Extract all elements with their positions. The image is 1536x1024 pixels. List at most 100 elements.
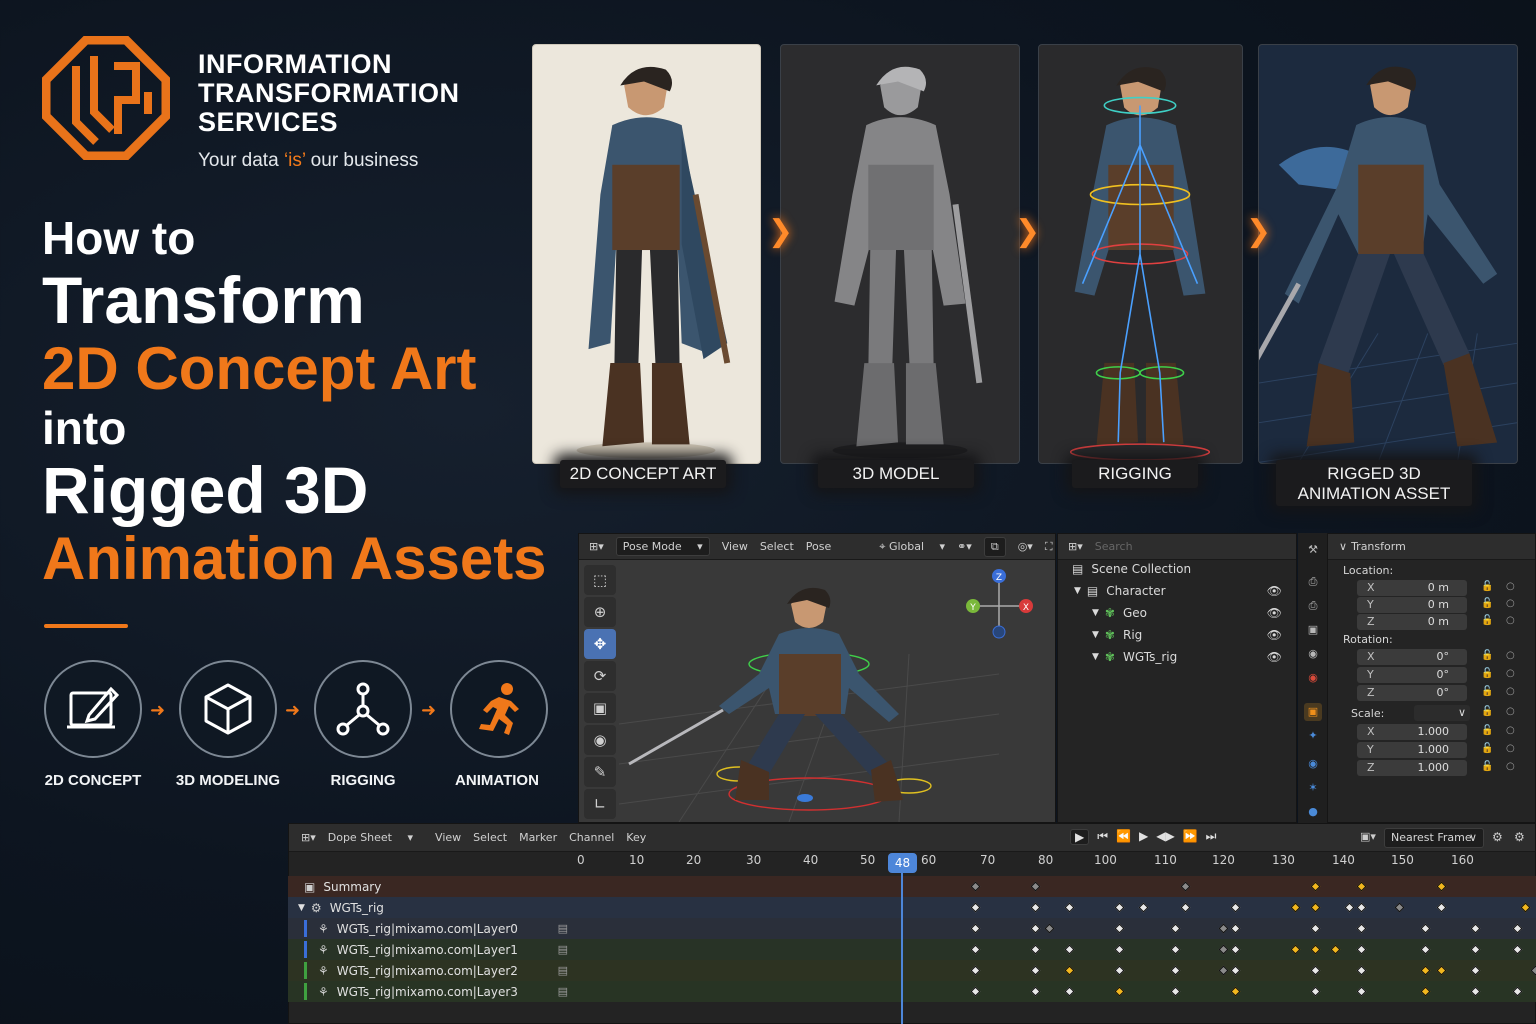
keyframe[interactable] (1436, 881, 1447, 892)
keyframe[interactable] (1512, 986, 1523, 997)
menu-view[interactable]: View (435, 831, 461, 844)
eye-icon[interactable]: 👁 (1267, 650, 1282, 664)
keyframe[interactable] (1114, 923, 1125, 934)
keyframe[interactable] (1230, 902, 1241, 913)
menu-select[interactable]: Select (760, 540, 794, 553)
keyframe-track[interactable] (580, 939, 1536, 960)
keyframe-dot-icon[interactable]: ○ (1506, 598, 1515, 609)
expand-icon[interactable]: ▼ (1092, 630, 1099, 640)
channel-name-cell[interactable]: ▼ ⚙ WGTs_rig (288, 897, 580, 918)
outliner-item-wgts-rig[interactable]: ▼ ✾ WGTs_rig 👁 (1058, 646, 1296, 668)
keyframe[interactable] (970, 902, 981, 913)
keyframe[interactable] (1420, 965, 1431, 976)
options-icon[interactable]: ⚙ (1514, 830, 1525, 844)
outliner-item-rig[interactable]: ▼ ✾ Rig 👁 (1058, 624, 1296, 646)
keyframe[interactable] (1030, 881, 1041, 892)
collapse-icon[interactable]: ∨ (1339, 540, 1347, 553)
eye-icon[interactable]: 👁 (1267, 584, 1282, 598)
keyframe[interactable] (1310, 923, 1321, 934)
channel-row[interactable]: ⚘ WGTs_rig|mixamo.com|Layer3 ▤ (288, 981, 1536, 1002)
keyframe[interactable] (1230, 986, 1241, 997)
keyframe[interactable] (1470, 923, 1481, 934)
menu-select[interactable]: Select (473, 831, 507, 844)
keyframe[interactable] (1356, 923, 1367, 934)
rotation-y-field[interactable]: Y 0° (1357, 667, 1467, 683)
keyframe-dot-icon[interactable]: ○ (1506, 743, 1515, 754)
action-icon[interactable]: ▤ (558, 922, 568, 935)
data-icon[interactable]: ● (1304, 803, 1322, 821)
measure-icon[interactable]: ∟ (584, 789, 616, 819)
keyframe[interactable] (1114, 986, 1125, 997)
current-frame-indicator[interactable]: 48 (888, 853, 917, 873)
lock-icon[interactable]: 🔓 (1481, 668, 1493, 679)
editor-type-icon[interactable]: ⊞▾ (589, 540, 604, 553)
location-x-field[interactable]: X 0 m (1357, 580, 1467, 596)
menu-key[interactable]: Key (626, 831, 646, 844)
keyframe-dot-icon[interactable]: ○ (1506, 706, 1515, 717)
channel-row[interactable]: ⚘ WGTs_rig|mixamo.com|Layer1 ▤ (288, 939, 1536, 960)
action-icon[interactable]: ▤ (558, 985, 568, 998)
snap-icon[interactable]: ⧉ (983, 536, 1006, 557)
axis-gizmo[interactable]: Z X Y (959, 566, 1039, 646)
keyframe[interactable] (1420, 923, 1431, 934)
keyframe[interactable] (1180, 902, 1191, 913)
rotation-mode-dropdown[interactable]: ∨ (1414, 705, 1470, 721)
keyframe-track[interactable] (580, 897, 1536, 918)
cursor-icon[interactable]: ⊕ (584, 597, 616, 627)
editor-type-icon[interactable]: ⊞▾ (301, 831, 316, 844)
keyframe[interactable] (1114, 944, 1125, 955)
playhead[interactable] (901, 853, 903, 1024)
channel-name-cell[interactable]: ▣ Summary (288, 876, 580, 897)
keyframe-dot-icon[interactable]: ○ (1506, 581, 1515, 592)
keyframe[interactable] (1520, 902, 1531, 913)
jump-start-icon[interactable]: ⏮ (1097, 829, 1108, 845)
keyframe[interactable] (1064, 902, 1075, 913)
keyframe[interactable] (1512, 944, 1523, 955)
keyframe-track[interactable] (580, 876, 1536, 897)
3d-viewport[interactable]: ⊞▾ Pose Mode ▾ View Select Pose ⌖ Global… (578, 533, 1056, 823)
lock-icon[interactable]: 🔓 (1481, 650, 1493, 661)
keyframe[interactable] (1064, 944, 1075, 955)
transform-header[interactable]: ∨ Transform (1299, 534, 1535, 560)
keyframe-dot-icon[interactable]: ○ (1506, 615, 1515, 626)
keyframe[interactable] (970, 944, 981, 955)
keyframe[interactable] (1290, 944, 1301, 955)
keyframe[interactable] (1170, 923, 1181, 934)
scale-z-field[interactable]: Z 1.000 (1357, 760, 1467, 776)
keyframe[interactable] (1030, 965, 1041, 976)
keyframe[interactable] (1436, 965, 1447, 976)
filter-icon[interactable]: ⚙ (1492, 830, 1503, 844)
keyframe[interactable] (1470, 965, 1481, 976)
lock-icon[interactable]: 🔓 (1481, 743, 1493, 754)
keyframe[interactable] (1330, 944, 1341, 955)
scale-x-field[interactable]: X 1.000 (1357, 724, 1467, 740)
keyframe[interactable] (1030, 944, 1041, 955)
keyframe-track[interactable] (580, 960, 1536, 981)
play-reverse-icon[interactable]: ◀▶ (1156, 829, 1174, 845)
constraint-icon[interactable]: ✶ (1304, 779, 1322, 797)
keyframe[interactable] (970, 923, 981, 934)
keyframe[interactable] (1356, 944, 1367, 955)
channel-name-cell[interactable]: ⚘ WGTs_rig|mixamo.com|Layer1 ▤ (288, 939, 580, 960)
keyframe[interactable] (1436, 902, 1447, 913)
outliner-item-character[interactable]: ▼ ▤ Character 👁 (1058, 580, 1296, 602)
keyframe[interactable] (1218, 923, 1229, 934)
view-layer-icon[interactable]: ▣ (1304, 621, 1322, 639)
keyframe[interactable] (1310, 881, 1321, 892)
keyframe-dot-icon[interactable]: ○ (1506, 725, 1515, 736)
scene-icon[interactable]: ◉ (1304, 645, 1322, 663)
jump-end-icon[interactable]: ⏭ (1206, 829, 1217, 845)
select-box-icon[interactable]: ⬚ (584, 565, 616, 595)
modifier-icon[interactable]: ✦ (1304, 727, 1322, 745)
pivot-icon[interactable]: ⚭▾ (957, 540, 972, 553)
location-z-field[interactable]: Z 0 m (1357, 614, 1467, 630)
fullscreen-icon[interactable]: ⛶ (1045, 540, 1053, 554)
keyframe[interactable] (1064, 965, 1075, 976)
keyframe-dot-icon[interactable]: ○ (1506, 761, 1515, 772)
keyframe[interactable] (1394, 902, 1405, 913)
keyframe[interactable] (1218, 944, 1229, 955)
keyframe[interactable] (1420, 986, 1431, 997)
keyframe[interactable] (970, 986, 981, 997)
outliner-item-scene-collection[interactable]: ▤ Scene Collection (1058, 558, 1296, 580)
world-icon[interactable]: ◉ (1304, 669, 1322, 687)
